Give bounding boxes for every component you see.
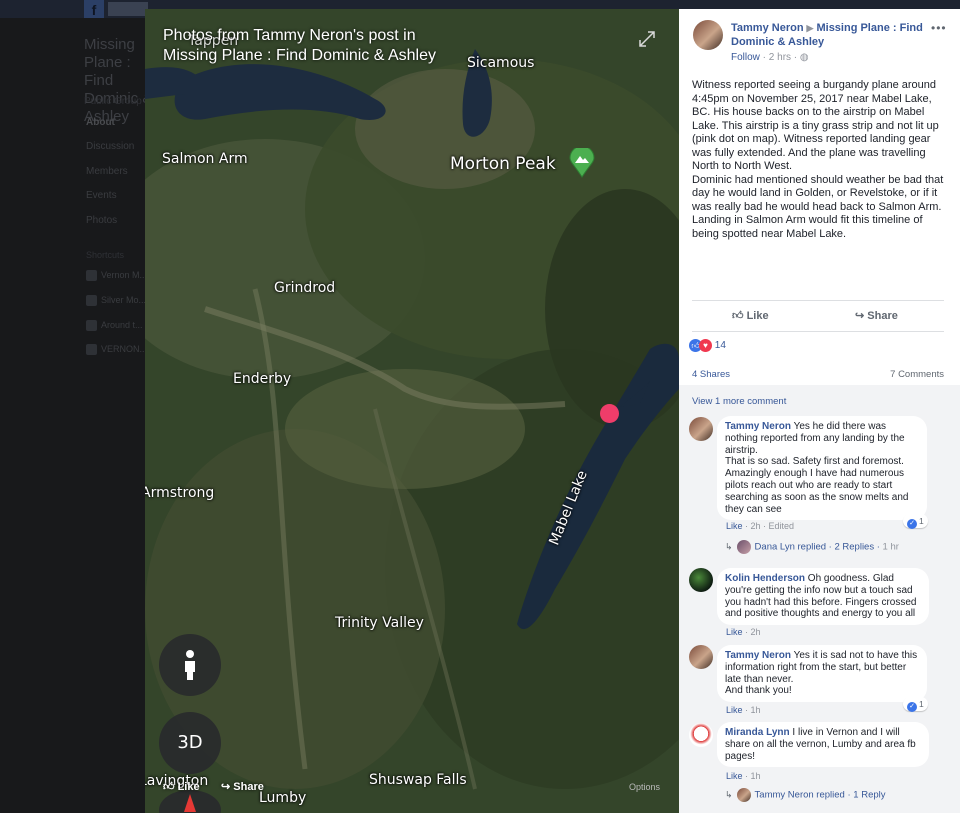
nav-events: Events xyxy=(86,190,117,201)
map-label-enderby: Enderby xyxy=(233,371,292,387)
avatar xyxy=(736,540,751,554)
post-share-button[interactable]: ↪ Share xyxy=(855,309,898,322)
viewer-share-button[interactable]: ↪ Share xyxy=(221,780,264,793)
reaction-summary[interactable]: 👍︎ ♥ 14 xyxy=(689,339,726,352)
viewer-options-link[interactable]: Options xyxy=(629,782,660,792)
avatar[interactable] xyxy=(689,568,713,592)
like-reaction-icon: ✓ xyxy=(907,702,917,712)
love-reaction-icon: ♥ xyxy=(699,339,712,352)
nav-members: Members xyxy=(86,166,128,177)
viewer-like-button[interactable]: 👍︎ Like xyxy=(163,780,200,793)
facebook-search-input xyxy=(108,2,148,16)
airstrip-location-dot xyxy=(600,404,619,423)
comment-reaction-count[interactable]: ✓ 1 xyxy=(903,514,928,529)
comment-meta: Like · 2h xyxy=(726,627,761,637)
comment-author[interactable]: Kolin Henderson xyxy=(725,573,805,584)
comment-bubble: Tammy Neron Yes it is sad not to have th… xyxy=(717,645,927,703)
avatar[interactable] xyxy=(689,723,713,747)
comment-like-link[interactable]: Like xyxy=(726,627,743,637)
comment-reaction-count[interactable]: ✓ 1 xyxy=(903,697,928,712)
share-arrow-icon: ↪ xyxy=(855,310,868,322)
arrow-right-icon: ▶ xyxy=(806,23,814,33)
avatar[interactable] xyxy=(689,645,713,669)
map-label-salmon-arm: Salmon Arm xyxy=(162,151,248,167)
group-title: Missing Plane : Find Dominic & Ashley xyxy=(84,36,153,125)
avatar[interactable] xyxy=(689,417,713,441)
person-icon xyxy=(185,650,195,680)
reaction-count: 14 xyxy=(714,340,726,352)
thumbs-up-icon: 👍︎ xyxy=(163,781,178,793)
comments-count[interactable]: 7 Comments xyxy=(890,369,944,380)
shortcut-item: VERNON... xyxy=(86,344,147,356)
map-label-lumby: Lumby xyxy=(259,790,307,806)
compass-icon xyxy=(184,794,196,812)
comment-text: Yes he did there was nothing reported fr… xyxy=(725,421,909,515)
reply-arrow-icon: ↳ xyxy=(725,541,733,552)
comment-meta: Like · 1h xyxy=(726,705,761,715)
group-icon xyxy=(86,320,97,332)
author-avatar[interactable] xyxy=(693,20,723,50)
group-icon xyxy=(86,270,97,282)
post-body: Witness reported seeing a burgandy plane… xyxy=(692,79,944,240)
mountain-pin-icon xyxy=(569,145,595,183)
post-header: Tammy Neron ▶ Missing Plane : Find Dominic… xyxy=(731,21,936,49)
shortcuts-heading: Shortcuts xyxy=(86,250,125,260)
compass-button[interactable] xyxy=(159,790,221,813)
map-label-armstrong: Armstrong xyxy=(145,485,215,501)
street-view-button[interactable] xyxy=(159,634,221,696)
group-icon xyxy=(86,344,97,356)
comment-author[interactable]: Tammy Neron xyxy=(725,650,791,661)
map-label-grindrod: Grindrod xyxy=(274,280,336,296)
follow-link[interactable]: Follow xyxy=(731,52,760,63)
shortcut-item: Around t... xyxy=(86,320,143,332)
thumbs-up-icon: 👍︎ xyxy=(732,310,747,322)
post-panel: Tammy Neron ▶ Missing Plane : Find Dominic… xyxy=(679,9,960,813)
expand-icon[interactable] xyxy=(638,30,656,48)
shortcut-item: Vernon M... xyxy=(86,270,147,282)
comment-bubble: Kolin Henderson Oh goodness. Glad you're… xyxy=(717,568,929,626)
author-link[interactable]: Tammy Neron xyxy=(731,22,804,34)
facebook-logo-icon: f xyxy=(84,0,104,18)
comment-like-link[interactable]: Like xyxy=(726,771,743,781)
comment-like-link[interactable]: Like xyxy=(726,705,743,715)
comment-bubble: Miranda Lynn I live in Vernon and I will… xyxy=(717,722,929,768)
map-label-sicamous: Sicamous xyxy=(467,55,535,71)
3d-button[interactable]: 3D xyxy=(159,712,221,774)
group-icon xyxy=(86,295,97,307)
nav-about: About xyxy=(86,117,115,128)
public-globe-icon: ◍ xyxy=(799,52,809,63)
shares-count[interactable]: 4 Shares xyxy=(692,369,730,380)
share-arrow-icon: ↪ xyxy=(221,781,234,793)
photo-viewer-caption: Photos from Tammy Neron's post in Missin… xyxy=(163,27,436,64)
group-subtitle: Public Group xyxy=(84,96,142,107)
view-more-comments-link[interactable]: View 1 more comment xyxy=(692,396,786,407)
more-options-icon[interactable]: ••• xyxy=(931,21,947,35)
reply-arrow-icon: ↳ xyxy=(725,789,733,800)
comment-author[interactable]: Miranda Lynn xyxy=(725,727,790,738)
post-action-bar: 👍︎ Like ↪ Share xyxy=(692,300,944,332)
map-label-trinity-valley: Trinity Valley xyxy=(335,615,424,631)
nav-photos: Photos xyxy=(86,215,118,226)
satellite-map-photo[interactable]: Sicamous Salmon Arm Morton Peak Grindrod… xyxy=(145,9,679,813)
post-meta: Follow · 2 hrs · ◍ xyxy=(731,52,809,63)
like-reaction-icon: ✓ xyxy=(907,519,917,529)
map-label-morton-peak: Morton Peak xyxy=(450,154,556,174)
reply-thread-link[interactable]: ↳ Dana Lyn replied · 2 Replies · 1 hr xyxy=(725,540,899,554)
post-like-button[interactable]: 👍︎ Like xyxy=(732,309,769,322)
comment-bubble: Tammy Neron Yes he did there was nothing… xyxy=(717,416,927,521)
comment-meta: Like · 2h · Edited xyxy=(726,521,795,531)
reply-thread-link[interactable]: ↳ Tammy Neron replied · 1 Reply xyxy=(725,788,886,802)
map-label-shuswap-falls: Shuswap Falls xyxy=(369,772,467,788)
map-terrain xyxy=(145,9,679,813)
nav-discussion: Discussion xyxy=(86,141,135,152)
comment-like-link[interactable]: Like xyxy=(726,521,743,531)
shortcut-item: Silver Mo... xyxy=(86,295,146,307)
post-time[interactable]: 2 hrs xyxy=(769,52,791,63)
comment-meta: Like · 1h xyxy=(726,771,761,781)
avatar xyxy=(736,788,751,802)
comment-author[interactable]: Tammy Neron xyxy=(725,421,791,432)
